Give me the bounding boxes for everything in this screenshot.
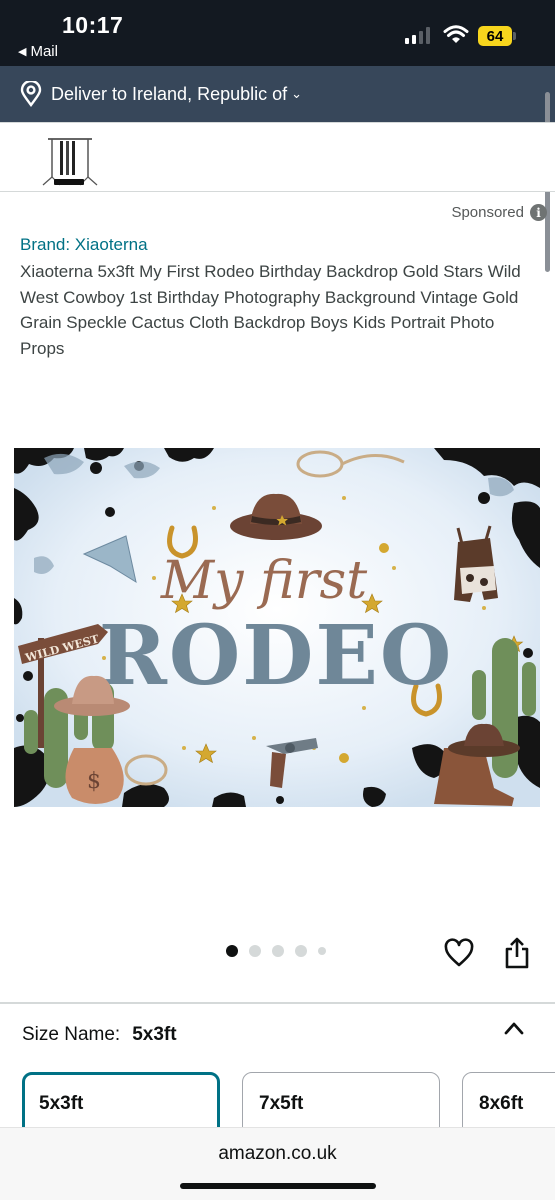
- sponsored-ad-banner[interactable]: [0, 122, 555, 192]
- product-image[interactable]: My first RODEO WILD WEST $: [14, 448, 540, 807]
- section-divider: [0, 1002, 555, 1004]
- chevron-down-icon: ⌄: [291, 86, 303, 101]
- product-title: Xiaoterna 5x3ft My First Rodeo Birthday …: [20, 262, 521, 358]
- image-text-my-first: My first: [160, 551, 367, 611]
- size-option-label: 5x3ft: [39, 1093, 84, 1114]
- sponsored-label[interactable]: Sponsored i: [451, 204, 547, 221]
- location-pin-icon: [20, 81, 42, 107]
- carousel-dot[interactable]: [295, 945, 307, 957]
- battery-icon: 64: [478, 26, 512, 46]
- size-name-value: 5x3ft: [132, 1024, 177, 1045]
- brand-link[interactable]: Brand: Xiaoterna: [20, 235, 148, 255]
- battery-cap: [513, 32, 516, 40]
- image-carousel-dots[interactable]: [226, 945, 326, 957]
- cellular-signal-icon: [405, 26, 430, 44]
- carousel-dot[interactable]: [318, 947, 326, 955]
- share-icon[interactable]: [503, 936, 531, 970]
- size-option-label: 8x6ft: [479, 1093, 524, 1114]
- home-indicator[interactable]: [180, 1183, 376, 1189]
- status-bar: 10:17 ◀ Mail 64: [0, 0, 555, 66]
- status-time: 10:17: [62, 12, 124, 38]
- back-triangle-icon: ◀: [18, 46, 27, 58]
- size-name-row: Size Name: 5x3ft: [22, 1024, 177, 1046]
- browser-address-bar[interactable]: amazon.co.uk: [0, 1127, 555, 1200]
- carousel-dot[interactable]: [226, 945, 238, 957]
- carousel-dot[interactable]: [249, 945, 261, 957]
- url-text[interactable]: amazon.co.uk: [0, 1143, 555, 1165]
- image-text-rodeo: RODEO: [99, 608, 454, 704]
- deliver-location-text: Deliver to Ireland, Republic of: [51, 83, 288, 104]
- carousel-dot[interactable]: [272, 945, 284, 957]
- heart-icon[interactable]: [443, 938, 475, 968]
- chevron-up-icon[interactable]: [503, 1020, 525, 1036]
- backdrop-stand-thumbnail: [42, 138, 98, 186]
- wifi-icon: [443, 25, 469, 43]
- deliver-location-bar[interactable]: Deliver to Ireland, Republic of ⌄: [0, 66, 555, 122]
- size-name-label: Size Name:: [22, 1024, 121, 1045]
- info-icon: i: [530, 204, 547, 221]
- sponsored-text: Sponsored: [451, 204, 524, 221]
- back-to-mail-button[interactable]: ◀ Mail: [18, 43, 58, 60]
- size-option-label: 7x5ft: [259, 1093, 304, 1114]
- back-app-label: Mail: [30, 43, 58, 60]
- svg-text:$: $: [87, 769, 101, 794]
